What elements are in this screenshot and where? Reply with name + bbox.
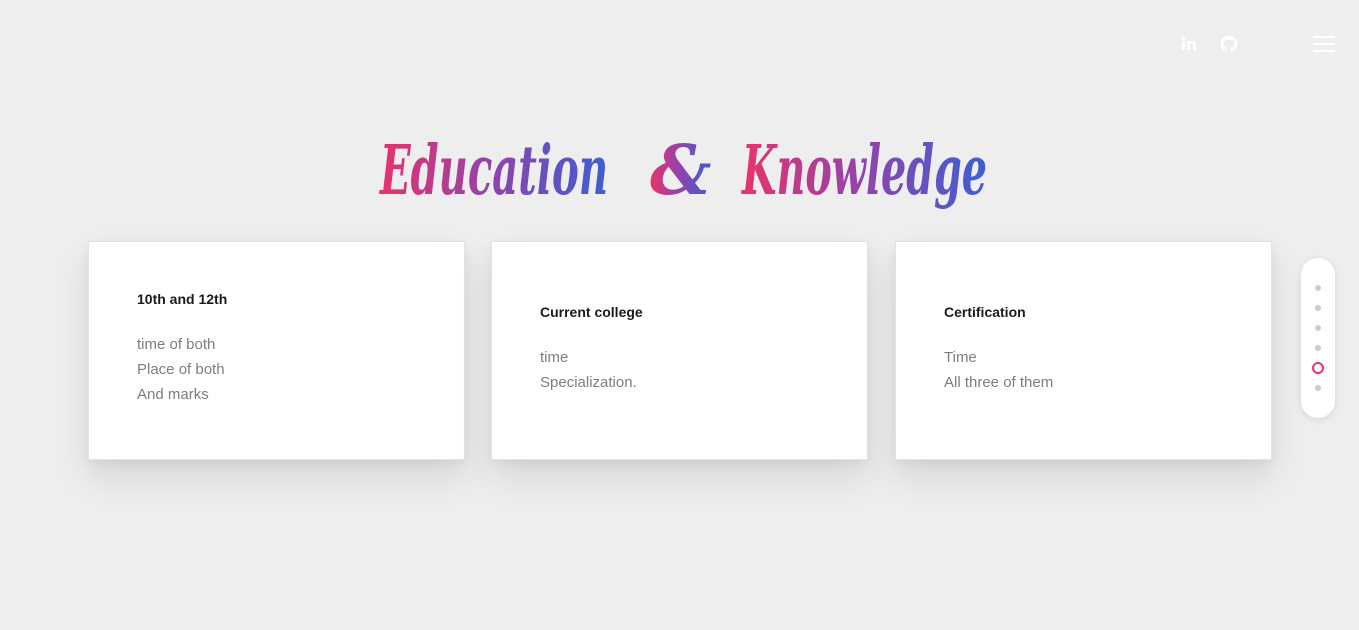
card-heading: Certification [944, 304, 1026, 320]
card-line: Place of both [137, 361, 225, 378]
pagination-dot[interactable] [1315, 285, 1321, 291]
title-word-education: Education [379, 131, 608, 211]
card-line: time [540, 349, 569, 366]
menu-line [1313, 43, 1335, 45]
card-lines: Time All three of them [944, 345, 1271, 395]
hamburger-menu-icon[interactable] [1313, 36, 1335, 52]
github-icon[interactable] [1220, 35, 1238, 53]
section-title: Education & Knowledge [372, 122, 997, 222]
section-title-svg: Education & Knowledge [379, 131, 987, 211]
pagination-dot-active[interactable] [1312, 362, 1324, 374]
card-heading: Current college [540, 304, 643, 320]
education-card: 10th and 12th time of both Place of both… [88, 241, 465, 460]
card-line: All three of them [944, 374, 1054, 391]
card-line: Time [944, 349, 977, 366]
card-heading: 10th and 12th [137, 291, 228, 307]
title-ampersand: & [650, 131, 711, 211]
pagination-dot[interactable] [1315, 325, 1321, 331]
pagination-dot[interactable] [1315, 385, 1321, 391]
card-line: time of both [137, 336, 216, 353]
menu-line [1313, 36, 1335, 38]
social-links [1180, 35, 1238, 53]
title-word-knowledge: Knowledge [741, 131, 987, 211]
menu-line [1313, 50, 1335, 52]
card-line: And marks [137, 386, 209, 403]
card-lines: time Specialization. [540, 345, 867, 395]
page: Education & Knowledge 10th and 12th time… [0, 0, 1359, 630]
education-card: Current college time Specialization. [491, 241, 868, 460]
pagination-dot[interactable] [1315, 345, 1321, 351]
card-lines: time of both Place of both And marks [137, 332, 464, 407]
education-card: Certification Time All three of them [895, 241, 1272, 460]
section-pagination [1301, 258, 1335, 418]
linkedin-icon[interactable] [1180, 35, 1198, 53]
pagination-dot[interactable] [1315, 305, 1321, 311]
card-line: Specialization. [540, 374, 637, 391]
